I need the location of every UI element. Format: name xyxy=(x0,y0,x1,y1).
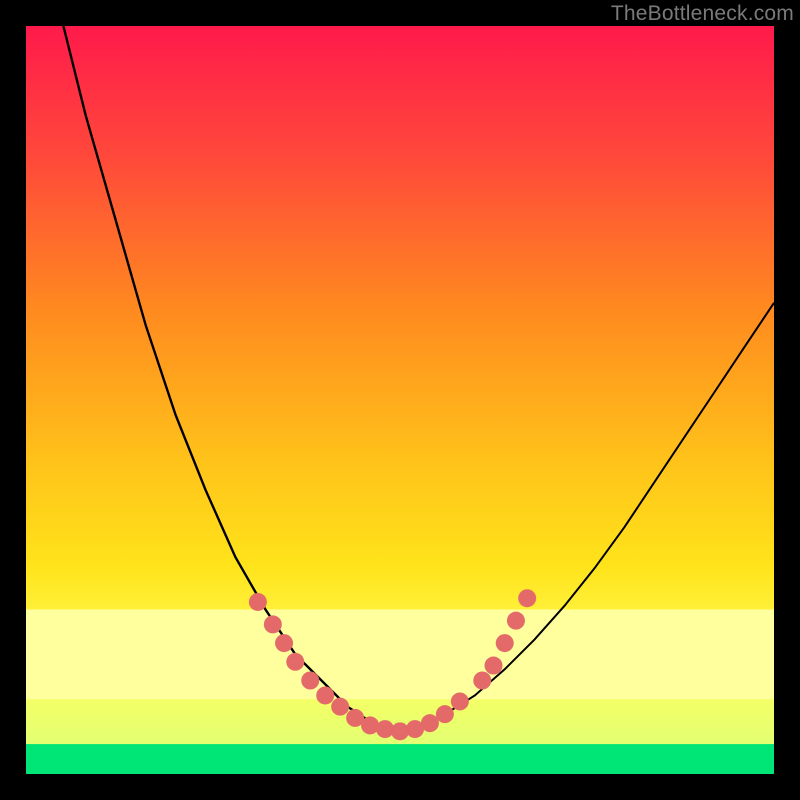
chart-svg xyxy=(26,26,774,774)
watermark-text: TheBottleneck.com xyxy=(611,2,794,26)
marker-dot xyxy=(275,634,293,652)
marker-dot xyxy=(264,615,282,633)
marker-dot xyxy=(301,672,319,690)
pale-yellow-band xyxy=(26,609,774,699)
marker-dot xyxy=(316,686,334,704)
marker-dot xyxy=(496,634,514,652)
marker-dot xyxy=(361,716,379,734)
marker-dot xyxy=(473,672,491,690)
marker-dot xyxy=(249,593,267,611)
marker-dot xyxy=(485,657,503,675)
marker-dot xyxy=(451,692,469,710)
marker-dot xyxy=(518,589,536,607)
marker-dot xyxy=(286,653,304,671)
marker-dot xyxy=(331,698,349,716)
chart-frame xyxy=(26,26,774,774)
green-band xyxy=(26,744,774,774)
marker-dot xyxy=(507,612,525,630)
marker-dot xyxy=(436,705,454,723)
marker-dot xyxy=(421,714,439,732)
